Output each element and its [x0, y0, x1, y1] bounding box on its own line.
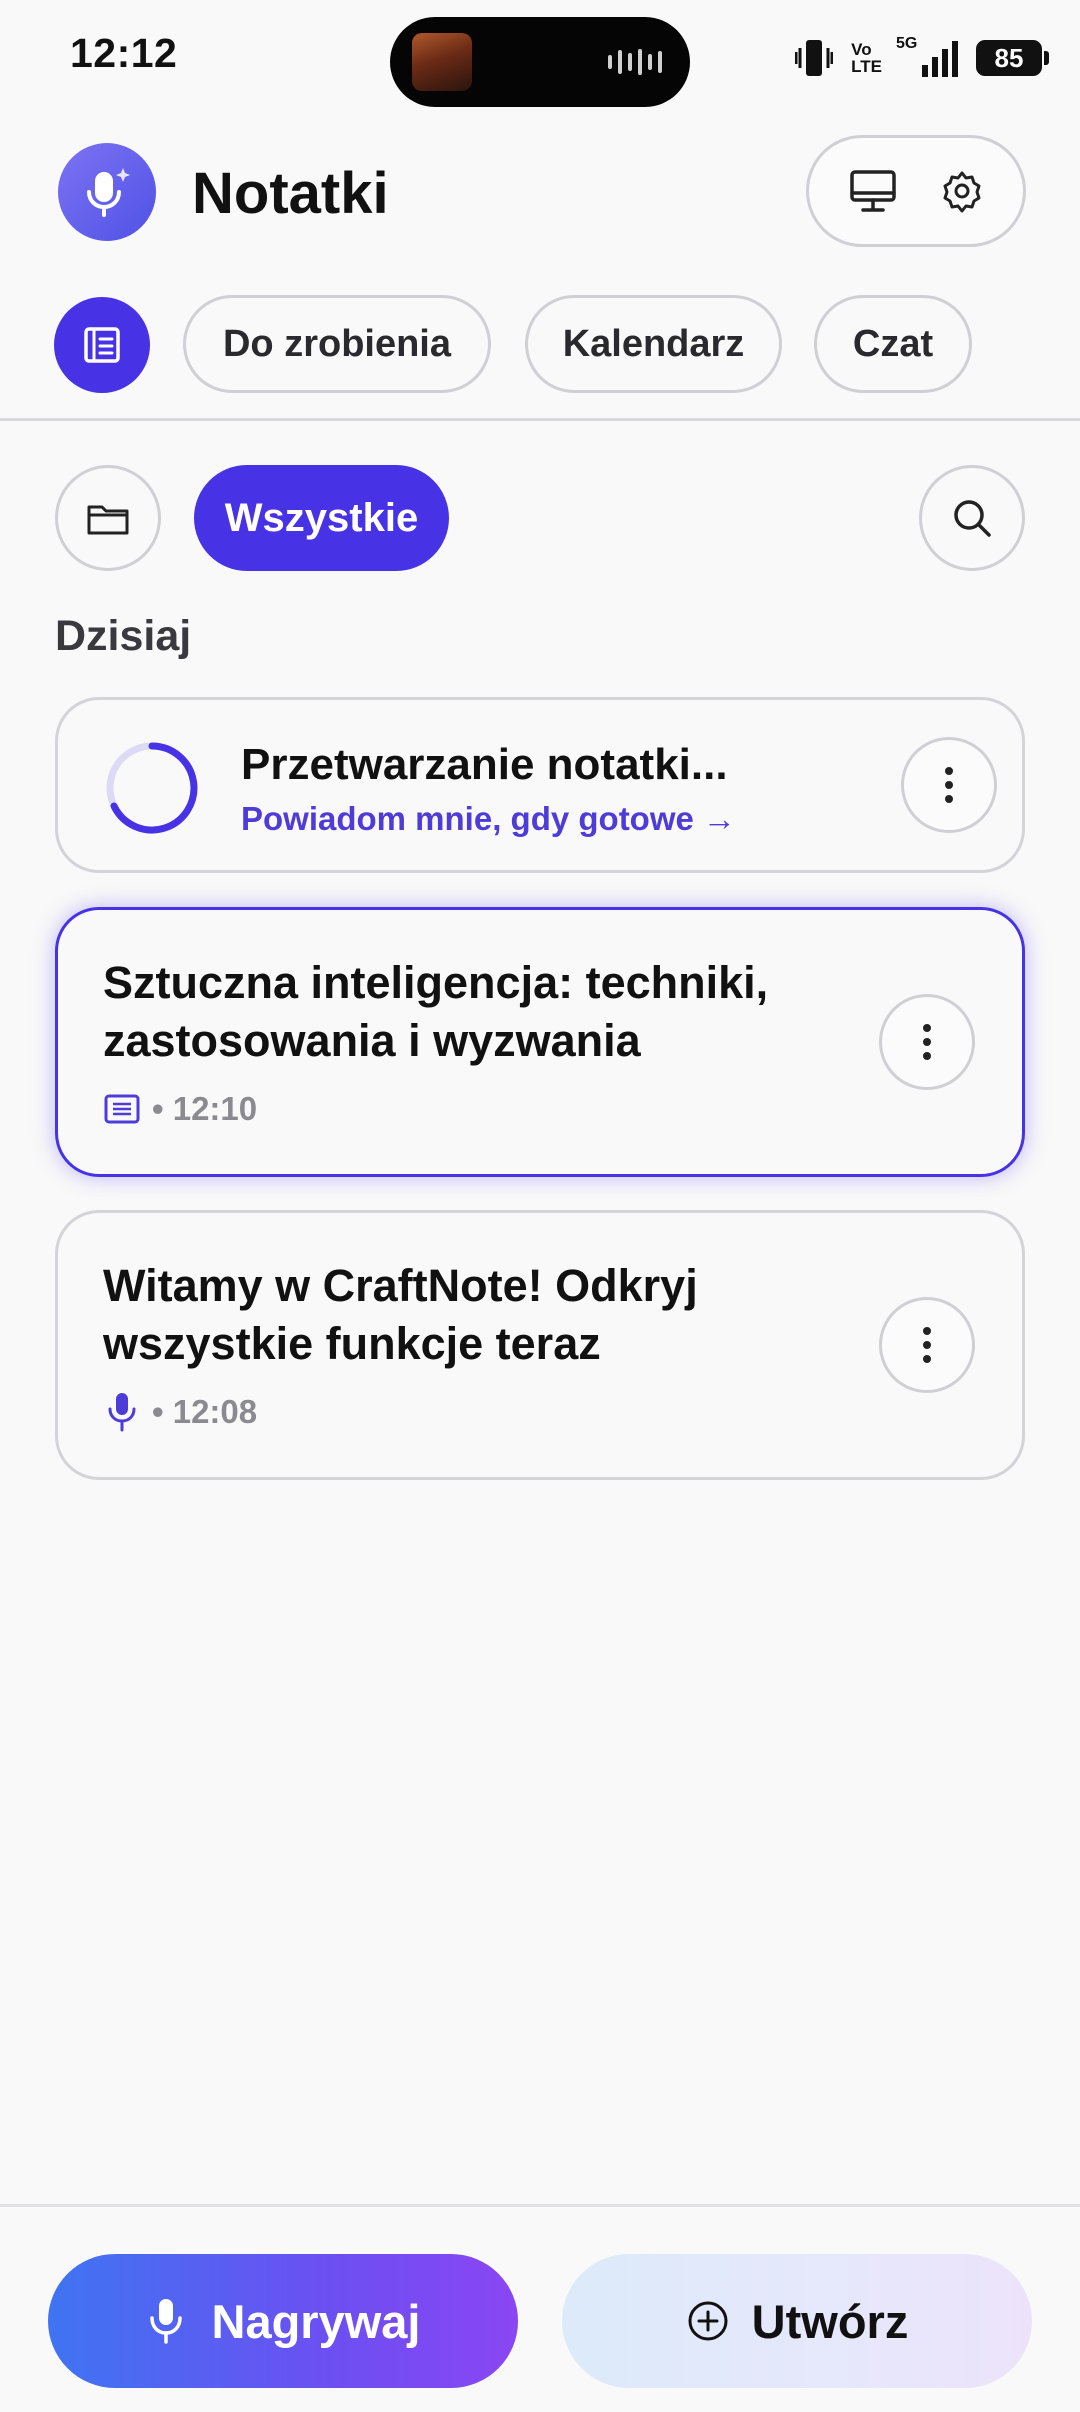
more-options-button[interactable] [901, 737, 997, 833]
folders-button[interactable] [55, 465, 161, 571]
more-vertical-icon [923, 1327, 931, 1363]
filter-all-button[interactable]: Wszystkie [194, 465, 449, 571]
dynamic-island[interactable] [390, 17, 690, 107]
desktop-icon[interactable] [849, 169, 897, 213]
vibrate-icon [795, 40, 834, 76]
gear-icon[interactable] [940, 169, 984, 213]
battery-level: 85 [994, 42, 1024, 73]
note-card[interactable]: Witamy w CraftNote! Odkryj wszystkie fun… [55, 1210, 1025, 1480]
note-title: Sztuczna inteligencja: techniki, zastoso… [103, 954, 768, 1070]
battery-icon: 85 [976, 40, 1049, 76]
volte-line-2: LTE [851, 57, 882, 76]
record-label: Nagrywaj [211, 2294, 421, 2348]
note-title: Witamy w CraftNote! Odkryj wszystkie fun… [103, 1257, 698, 1373]
note-title-line-1: Sztuczna inteligencja: techniki, [103, 957, 769, 1008]
microphone-sparkle-icon [87, 168, 130, 217]
processing-title: Przetwarzanie notatki... [241, 740, 728, 789]
status-icons: Vo LTE 5G 85 [795, 35, 1049, 78]
album-art-thumbnail [412, 33, 472, 91]
note-title-line-2: zastosowania i wyzwania [103, 1015, 641, 1066]
folder-icon [87, 505, 129, 535]
more-options-button[interactable] [879, 994, 975, 1090]
document-icon [104, 1094, 140, 1124]
more-vertical-icon [945, 767, 953, 803]
search-button[interactable] [919, 465, 1025, 571]
create-button[interactable]: Utwórz [562, 2254, 1032, 2388]
processing-card[interactable]: Przetwarzanie notatki... Powiadom mnie, … [55, 697, 1025, 873]
notes-icon [84, 327, 120, 363]
volte-line-1: Vo [851, 40, 872, 59]
volte-icon: Vo LTE [851, 41, 882, 75]
record-button[interactable]: Nagrywaj [48, 2254, 518, 2388]
divider [0, 418, 1080, 421]
note-meta: • 12:10 [104, 1090, 257, 1128]
plus-circle-icon [688, 2301, 728, 2341]
tab-chat[interactable]: Czat [814, 295, 972, 393]
create-label: Utwórz [751, 2294, 909, 2348]
network-type: 5G [896, 35, 918, 52]
loading-spinner-icon [106, 742, 198, 834]
tab-notes[interactable] [54, 297, 150, 393]
microphone-icon [149, 2299, 182, 2344]
header-actions [806, 135, 1026, 247]
app-logo [58, 143, 156, 241]
search-icon [954, 500, 991, 537]
signal-icon: 5G [896, 35, 958, 77]
notify-link[interactable]: Powiadom mnie, gdy gotowe → [241, 800, 736, 838]
bottom-divider [0, 2204, 1080, 2207]
note-card[interactable]: Sztuczna inteligencja: techniki, zastoso… [55, 907, 1025, 1177]
microphone-icon [108, 1393, 136, 1432]
note-title-line-1: Witamy w CraftNote! Odkryj [103, 1260, 698, 1311]
tab-todo[interactable]: Do zrobienia [183, 295, 491, 393]
note-title-line-2: wszystkie funkcje teraz [103, 1318, 601, 1369]
note-time: • 12:08 [152, 1393, 258, 1430]
tab-calendar[interactable]: Kalendarz [525, 295, 782, 393]
more-vertical-icon [923, 1024, 931, 1060]
audio-waveform-icon [608, 47, 662, 77]
note-time: • 12:10 [152, 1090, 258, 1127]
more-options-button[interactable] [879, 1297, 975, 1393]
section-title: Dzisiaj [55, 612, 192, 660]
status-time: 12:12 [70, 30, 178, 76]
page-title: Notatki [192, 161, 389, 226]
note-meta: • 12:08 [104, 1391, 257, 1433]
